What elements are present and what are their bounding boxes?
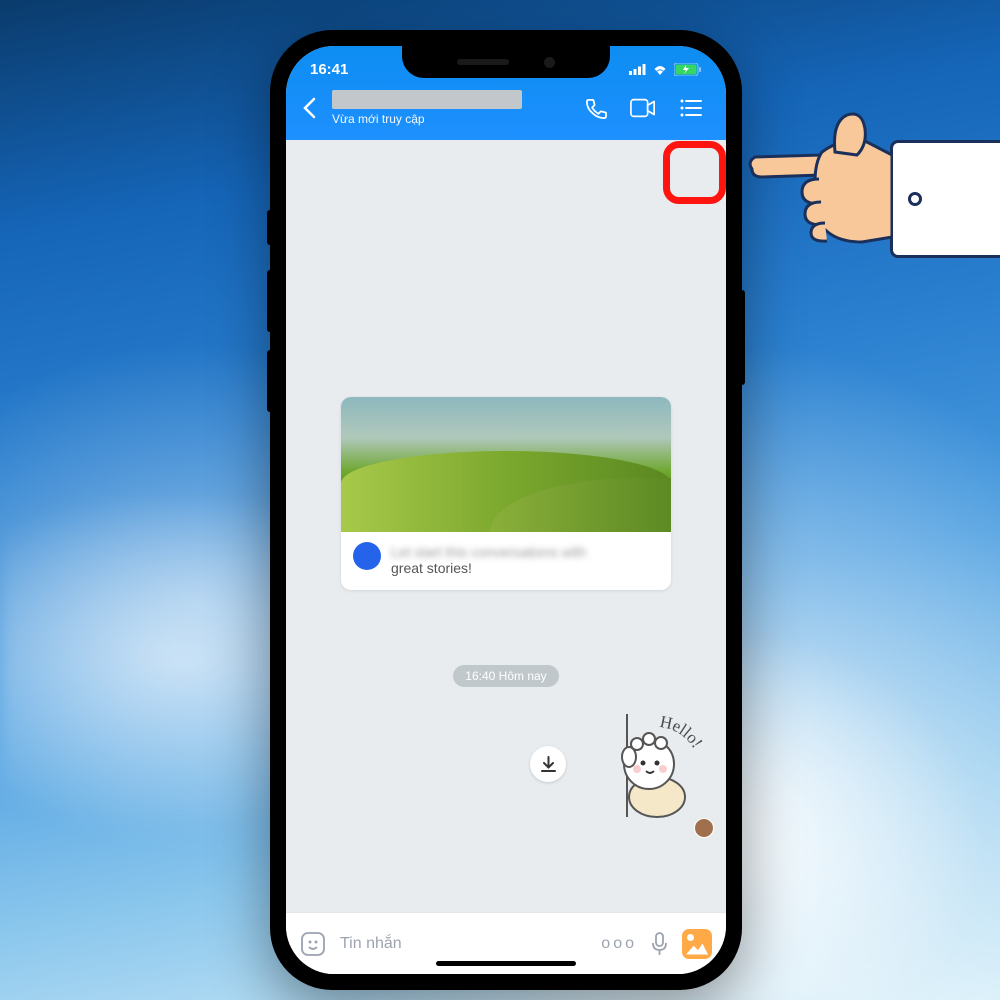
phone-frame: 16:41 bbox=[270, 30, 742, 990]
menu-list-button[interactable] bbox=[678, 95, 704, 121]
image-picker-button[interactable] bbox=[682, 929, 712, 959]
highlight-box bbox=[663, 141, 726, 204]
screen: 16:41 bbox=[286, 46, 726, 974]
voice-message-button[interactable] bbox=[651, 932, 668, 956]
home-indicator[interactable] bbox=[436, 961, 576, 966]
message-input[interactable]: Tin nhắn bbox=[340, 935, 587, 953]
sticker-picker-button[interactable] bbox=[300, 931, 326, 957]
contact-name-redacted bbox=[332, 90, 522, 109]
contact-status: Vừa mới truy cập bbox=[332, 112, 570, 126]
download-button[interactable] bbox=[530, 746, 566, 782]
contact-title-area[interactable]: Vừa mới truy cập bbox=[332, 90, 570, 126]
story-card[interactable]: Let start this conversations with great … bbox=[341, 397, 671, 590]
timestamp-pill: 16:40 Hôm nay bbox=[453, 665, 558, 687]
card-image bbox=[341, 397, 671, 532]
card-avatar-icon bbox=[353, 542, 381, 570]
read-receipt-avatar bbox=[694, 818, 714, 838]
signal-icon bbox=[629, 64, 646, 75]
status-time: 16:41 bbox=[310, 61, 348, 78]
more-options-button[interactable]: ooo bbox=[601, 935, 637, 953]
pointing-hand-illustration bbox=[740, 85, 1000, 280]
hello-sticker[interactable]: Hello! bbox=[599, 709, 704, 819]
chat-area[interactable]: Let start this conversations with great … bbox=[286, 152, 726, 912]
card-caption: Let start this conversations with great … bbox=[341, 532, 671, 590]
phone-notch bbox=[402, 46, 610, 78]
back-button[interactable] bbox=[302, 97, 316, 119]
wifi-icon bbox=[652, 64, 668, 75]
video-call-button[interactable] bbox=[630, 95, 656, 121]
battery-icon bbox=[674, 63, 702, 76]
call-button[interactable] bbox=[582, 95, 608, 121]
